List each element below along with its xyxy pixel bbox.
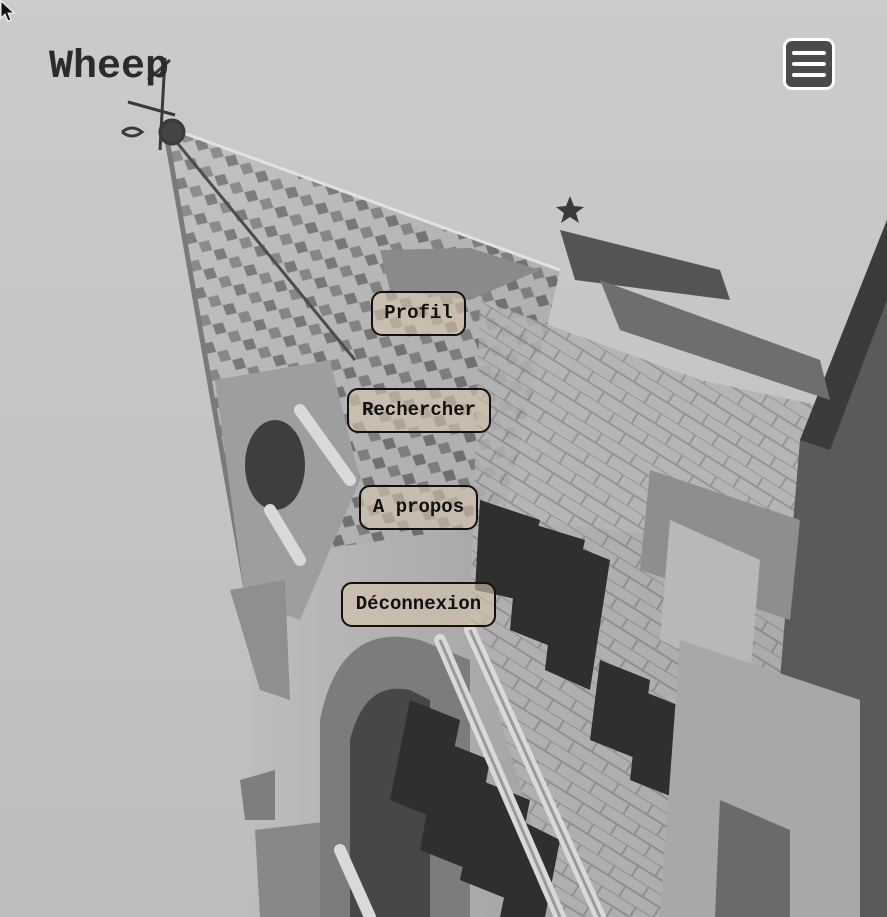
menu-toggle-button[interactable] (783, 38, 835, 90)
nav-link-profil[interactable]: Profil (371, 291, 466, 336)
site-logo-title[interactable]: Wheep (49, 44, 169, 92)
mouse-cursor-icon (0, 0, 16, 22)
nav-link-a-propos[interactable]: A propos (359, 485, 478, 530)
background-photo (0, 0, 887, 917)
hamburger-menu-icon (792, 51, 826, 77)
nav-link-deconnexion[interactable]: Déconnexion (341, 582, 496, 627)
nav-link-rechercher[interactable]: Rechercher (347, 388, 491, 433)
